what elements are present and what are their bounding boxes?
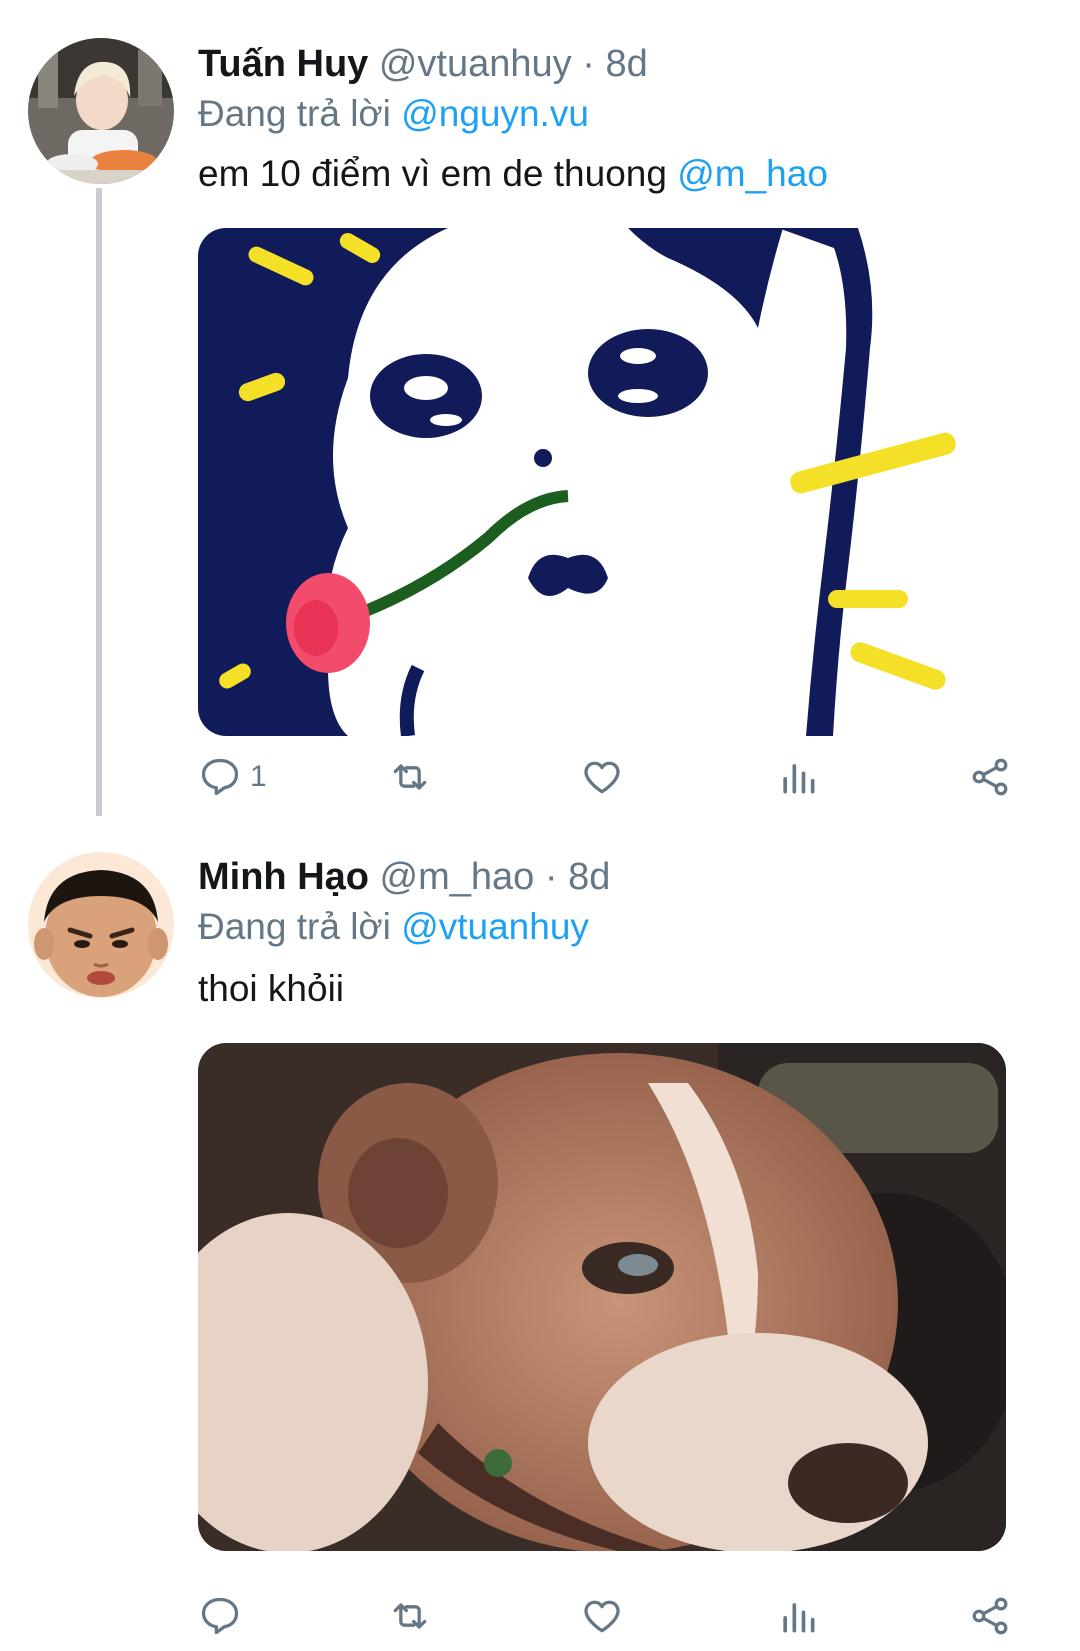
retweet-icon xyxy=(393,1603,427,1629)
share-button[interactable] xyxy=(968,752,1012,802)
tweet-media-image[interactable] xyxy=(198,1043,1006,1551)
share-icon xyxy=(972,758,1008,796)
thread-line xyxy=(96,188,102,816)
retweet-button[interactable] xyxy=(388,752,432,802)
tweet-text: thoi khỏii xyxy=(198,965,344,1013)
heart-icon xyxy=(584,1600,620,1633)
tweet-text-body: thoi khỏii xyxy=(198,968,345,1009)
reply-mention-link[interactable]: @vtuanhuy xyxy=(401,906,589,947)
separator: · xyxy=(582,43,595,85)
share-icon xyxy=(972,1597,1008,1635)
display-name[interactable]: Tuấn Huy xyxy=(198,43,368,85)
avatar[interactable] xyxy=(28,38,174,184)
display-name[interactable]: Minh Hạo xyxy=(198,856,369,898)
separator: · xyxy=(544,856,558,898)
tweet-header: Minh Hạo @m_hao · 8d xyxy=(198,853,610,901)
timestamp[interactable]: 8d xyxy=(568,856,610,898)
replying-to: Đang trả lời @nguyn.vu xyxy=(198,90,589,138)
share-button[interactable] xyxy=(968,1591,1012,1641)
reply-mention-link[interactable]: @nguyn.vu xyxy=(401,93,589,134)
replying-to-label: Đang trả lời xyxy=(198,906,391,947)
like-button[interactable] xyxy=(580,752,624,802)
user-handle[interactable]: @m_hao xyxy=(380,856,535,898)
analytics-icon xyxy=(783,1603,815,1633)
tweet-text-mention[interactable]: @m_hao xyxy=(677,153,828,194)
reply-button[interactable]: 1 xyxy=(198,752,267,802)
replying-to-label: Đang trả lời xyxy=(198,93,391,134)
tweet[interactable]: Tuấn Huy @vtuanhuy · 8d Đang trả lời @ng… xyxy=(0,0,1080,816)
user-handle[interactable]: @vtuanhuy xyxy=(379,43,572,85)
tweet-actions: 1 xyxy=(198,752,1018,812)
reply-button[interactable] xyxy=(198,1591,250,1641)
analytics-icon xyxy=(783,764,815,794)
reply-count: 1 xyxy=(250,760,267,793)
timestamp[interactable]: 8d xyxy=(605,43,647,85)
tweet-header: Tuấn Huy @vtuanhuy · 8d xyxy=(198,40,648,88)
reply-icon xyxy=(201,1597,239,1635)
tweet-text-body: em 10 điểm vì em de thuong xyxy=(198,153,678,194)
tweet-actions xyxy=(198,1591,1018,1651)
heart-icon xyxy=(584,761,620,794)
retweet-button[interactable] xyxy=(388,1591,432,1641)
tweet-text: em 10 điểm vì em de thuong @m_hao xyxy=(198,150,828,198)
analytics-button[interactable] xyxy=(776,1591,820,1641)
replying-to: Đang trả lời @vtuanhuy xyxy=(198,903,589,951)
tweet-media-image[interactable] xyxy=(198,228,1006,736)
analytics-button[interactable] xyxy=(776,752,820,802)
avatar[interactable] xyxy=(28,852,174,998)
like-button[interactable] xyxy=(580,1591,624,1641)
reply-icon xyxy=(201,758,239,796)
tweet[interactable]: Minh Hạo @m_hao · 8d Đang trả lời @vtuan… xyxy=(0,815,1080,1636)
retweet-icon xyxy=(393,764,427,790)
